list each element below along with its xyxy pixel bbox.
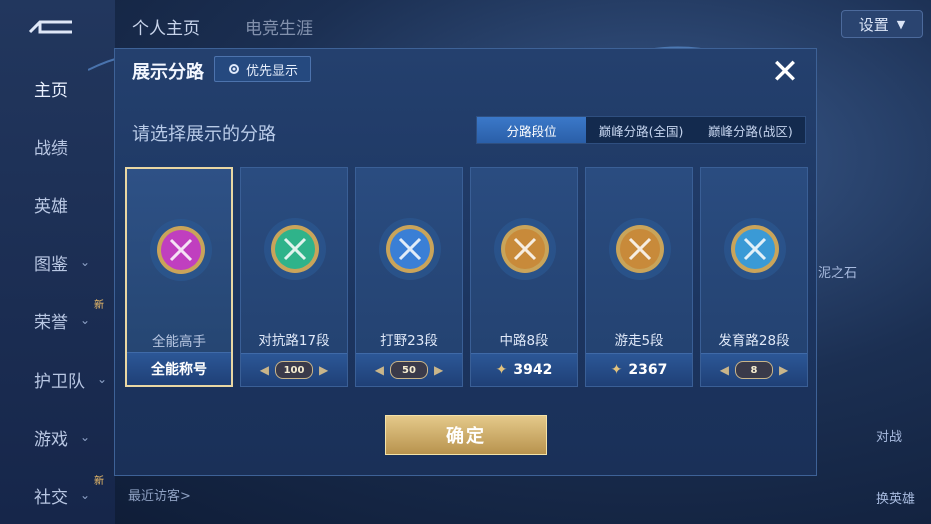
lane-emblem-icon <box>150 219 212 281</box>
sidebar-item-label: 英雄 <box>34 196 68 217</box>
priority-display-button[interactable]: 优先显示 <box>214 56 311 82</box>
peak-points-icon: ✦ <box>610 362 623 378</box>
sidebar-item-label: 社交 <box>34 487 68 508</box>
sidebar-item-codex[interactable]: 图鉴 ⌄ <box>0 247 115 277</box>
sidebar-item-game[interactable]: 游戏 ⌄ <box>0 422 115 452</box>
lane-emblem-icon <box>264 218 326 280</box>
wing-right-icon: ▶ <box>434 363 444 377</box>
chevron-down-icon: ⌄ <box>80 255 91 269</box>
wing-left-icon: ◀ <box>719 363 729 377</box>
wing-left-icon: ◀ <box>374 363 384 377</box>
sidebar-item-hero[interactable]: 英雄 <box>0 189 115 219</box>
new-tag: 新 <box>94 300 104 311</box>
card-all-round[interactable]: 全能高手 全能称号 <box>125 167 233 387</box>
card-farm-lane[interactable]: 发育路28段 ◀ 8 ▶ <box>700 167 808 387</box>
battle-label[interactable]: 对战 <box>876 426 902 445</box>
lane-emblem-icon <box>494 218 556 280</box>
wing-left-icon: ◀ <box>259 363 269 377</box>
sidebar-item-label: 荣誉 <box>34 312 68 333</box>
rank-badge: 50 <box>390 361 428 379</box>
sidebar: 主页 战绩 英雄 图鉴 ⌄ 荣誉 ⌄ 护卫队 ⌄ 游戏 ⌄ 社交 ⌄ 新 新 <box>0 0 115 524</box>
close-icon: ✕ <box>770 52 800 92</box>
card-clash-lane[interactable]: 对抗路17段 ◀ 100 ▶ <box>240 167 348 387</box>
lane-bar: ✦ 2367 <box>586 353 692 386</box>
close-button[interactable]: ✕ <box>765 52 805 92</box>
lane-name: 对抗路17段 <box>258 333 330 349</box>
card-jungle[interactable]: 打野23段 ◀ 50 ▶ <box>355 167 463 387</box>
sidebar-item-guard[interactable]: 护卫队 ⌄ <box>0 364 115 394</box>
settings-label: 设置 <box>858 15 889 34</box>
rank-badge: 8 <box>735 361 773 379</box>
stone-label: 泥之石 <box>818 266 858 281</box>
chevron-down-icon: ⌄ <box>97 372 108 386</box>
sidebar-item-home[interactable]: 主页 <box>0 73 115 103</box>
sidebar-item-label: 战绩 <box>34 138 68 159</box>
peak-points-icon: ✦ <box>495 362 508 378</box>
sidebar-item-label: 图鉴 <box>34 254 68 275</box>
lane-name: 全能高手 <box>152 334 206 350</box>
lane-name: 打野23段 <box>380 333 438 349</box>
tab-peak-national[interactable]: 巅峰分路(全国) <box>586 117 695 143</box>
tab-peak-region[interactable]: 巅峰分路(战区) <box>696 117 805 143</box>
lane-type-tabs: 分路段位 巅峰分路(全国) 巅峰分路(战区) <box>476 116 806 144</box>
top-right-bar: 设置 ▼ <box>681 6 931 42</box>
lane-display-dialog: 展示分路 优先显示 ✕ 请选择展示的分路 分路段位 巅峰分路(全国) 巅峰分路(… <box>114 48 817 476</box>
lane-bar: ✦ 3942 <box>471 353 577 386</box>
lane-bar: 全能称号 <box>127 352 231 385</box>
sidebar-item-label: 护卫队 <box>34 371 85 392</box>
wing-right-icon: ▶ <box>779 363 789 377</box>
dialog-title: 展示分路 <box>132 62 204 83</box>
back-icon[interactable] <box>26 14 76 40</box>
sidebar-item-record[interactable]: 战绩 <box>0 131 115 161</box>
card-roam[interactable]: 游走5段 ✦ 2367 <box>585 167 693 387</box>
dialog-subtitle: 请选择展示的分路 <box>132 124 276 145</box>
peak-points: 3942 <box>513 362 553 378</box>
chevron-down-icon: ⌄ <box>80 430 91 444</box>
tab-esports[interactable]: 电竞生涯 <box>245 14 313 39</box>
lane-name: 发育路28段 <box>718 333 790 349</box>
peak-points: 2367 <box>628 362 668 378</box>
chevron-down-icon: ▼ <box>896 17 906 31</box>
gear-icon <box>228 64 239 74</box>
sidebar-item-label: 游戏 <box>34 429 68 450</box>
card-mid-lane[interactable]: 中路8段 ✦ 3942 <box>470 167 578 387</box>
lane-name: 中路8段 <box>499 333 549 349</box>
lane-bar: ◀ 50 ▶ <box>356 353 462 386</box>
chevron-down-icon: ⌄ <box>80 488 91 502</box>
priority-label: 优先显示 <box>245 63 298 79</box>
lane-bar: ◀ 100 ▶ <box>241 353 347 386</box>
tab-profile[interactable]: 个人主页 <box>132 14 200 39</box>
tab-lane-rank[interactable]: 分路段位 <box>477 117 587 143</box>
title-label: 全能称号 <box>151 362 207 378</box>
confirm-button[interactable]: 确定 <box>385 415 547 455</box>
chevron-down-icon: ⌄ <box>80 313 91 327</box>
recent-visitors[interactable]: 最近访客> <box>128 485 191 504</box>
lane-cards: 全能高手 全能称号 对抗路17段 ◀ 100 ▶ 打野23段 ◀ 50 ▶ 中路8段 ✦ 3942 游走5… <box>125 167 809 387</box>
lane-emblem-icon <box>379 218 441 280</box>
settings-button[interactable]: 设置 ▼ <box>841 10 923 38</box>
lane-emblem-icon <box>609 218 671 280</box>
new-tag: 新 <box>94 476 104 487</box>
lane-emblem-icon <box>724 218 786 280</box>
lane-bar: ◀ 8 ▶ <box>701 353 807 386</box>
change-hero-label[interactable]: 换英雄 <box>876 488 915 507</box>
lane-name: 游走5段 <box>614 333 664 349</box>
rank-badge: 100 <box>275 361 313 379</box>
sidebar-item-label: 主页 <box>34 80 68 101</box>
wing-right-icon: ▶ <box>319 363 329 377</box>
